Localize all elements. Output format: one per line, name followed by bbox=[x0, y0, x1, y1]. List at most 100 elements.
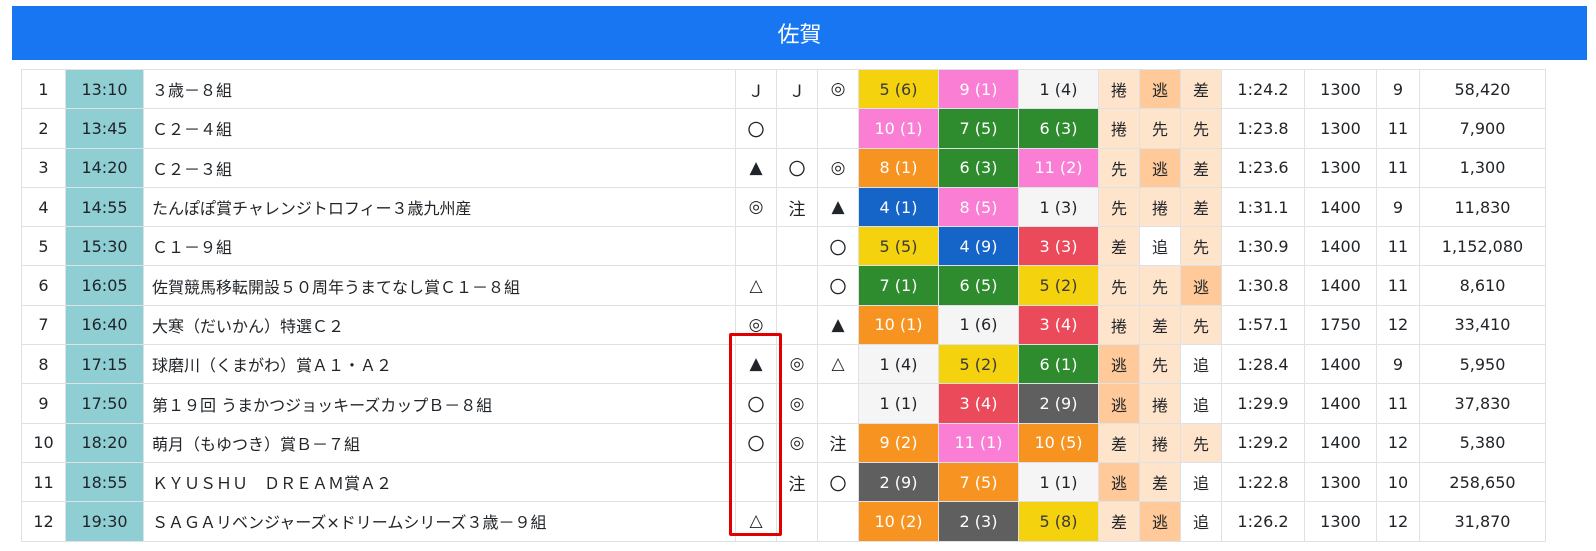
result-horse: 6 (1) bbox=[1018, 344, 1099, 385]
payout: 7,900 bbox=[1419, 108, 1546, 149]
race-row[interactable]: 5 15:30 Ｃ１－９組 〇 5 (5) 4 (9) 3 (3) 差追先 1:30.9 1400… bbox=[21, 226, 1546, 267]
race-row[interactable]: 1 13:10 ３歳－８組 Ｊ Ｊ ◎ 5 (6) 9 (1) 1 (4) 捲逃差 1:24.2 13… bbox=[21, 68, 1546, 110]
result-horse: 11 (2) bbox=[1018, 147, 1099, 188]
result-horse: 7 (1) bbox=[858, 265, 939, 306]
result-horse: 4 (9) bbox=[938, 226, 1019, 267]
result-horse: 5 (2) bbox=[1018, 265, 1099, 306]
prediction-mark bbox=[776, 108, 818, 149]
result-horse: 8 (1) bbox=[858, 147, 939, 188]
race-row[interactable]: 11 18:55 ＫＹＵＳＨＵ ＤＲＥＡＭ賞Ａ２ 注〇 2 (9) 7 (5) 1 (1) 逃… bbox=[21, 461, 1546, 503]
running-style: 差 bbox=[1180, 68, 1222, 110]
running-style: 逃 bbox=[1139, 147, 1181, 188]
result-horse: 9 (2) bbox=[858, 422, 939, 463]
prediction-mark: 注 bbox=[776, 461, 818, 503]
result-horse: 4 (1) bbox=[858, 186, 939, 228]
race-number: 1 bbox=[21, 68, 66, 110]
venue-header: 佐賀 bbox=[12, 6, 1587, 60]
race-number: 7 bbox=[21, 304, 66, 346]
race-name[interactable]: ３歳－８組 bbox=[143, 68, 736, 110]
result-horse: 5 (8) bbox=[1018, 501, 1099, 542]
running-style: 捲 bbox=[1139, 186, 1181, 228]
prediction-mark bbox=[817, 108, 859, 149]
prediction-mark: ◎ bbox=[817, 68, 859, 110]
prediction-mark: ◎ bbox=[776, 422, 818, 463]
running-style: 逃 bbox=[1098, 344, 1140, 385]
running-style: 捲 bbox=[1139, 383, 1181, 424]
prediction-mark: 〇 bbox=[735, 422, 777, 463]
running-style: 先 bbox=[1139, 344, 1181, 385]
race-row[interactable]: 6 16:05 佐賀競馬移転開設５０周年うまてなし賞Ｃ１－８組 △ 〇 7 (1) 6 (5… bbox=[21, 265, 1546, 306]
result-horse: 3 (4) bbox=[938, 383, 1019, 424]
race-number: 9 bbox=[21, 383, 66, 424]
prediction-mark: ▲ bbox=[735, 344, 777, 385]
runner-count: 11 bbox=[1376, 226, 1420, 267]
race-name[interactable]: ＳＡＧＡリベンジャーズ×ドリームシリーズ３歳－９組 bbox=[143, 501, 736, 542]
prediction-mark bbox=[776, 501, 818, 542]
runner-count: 11 bbox=[1376, 147, 1420, 188]
distance: 1300 bbox=[1304, 108, 1377, 149]
distance: 1750 bbox=[1304, 304, 1377, 346]
running-style: 先 bbox=[1098, 186, 1140, 228]
result-horse: 7 (5) bbox=[938, 461, 1019, 503]
result-horse: 6 (3) bbox=[938, 147, 1019, 188]
result-horse: 1 (4) bbox=[858, 344, 939, 385]
result-horse: 1 (4) bbox=[1018, 68, 1099, 110]
post-time: 19:30 bbox=[65, 501, 144, 542]
race-name[interactable]: 佐賀競馬移転開設５０周年うまてなし賞Ｃ１－８組 bbox=[143, 265, 736, 306]
race-name[interactable]: Ｃ２－４組 bbox=[143, 108, 736, 149]
race-row[interactable]: 8 17:15 球磨川（くまがわ）賞Ａ１・Ａ２ ▲ ◎ △ 1 (4) 5 (2) 6 (1) 逃… bbox=[21, 344, 1546, 385]
running-style: 差 bbox=[1139, 461, 1181, 503]
prediction-mark bbox=[817, 501, 859, 542]
result-horse: 5 (2) bbox=[938, 344, 1019, 385]
running-style: 逃 bbox=[1139, 68, 1181, 110]
finish-time: 1:57.1 bbox=[1221, 304, 1305, 346]
running-style: 先 bbox=[1180, 108, 1222, 149]
race-row[interactable]: 2 13:45 Ｃ２－４組〇 10 (1) 7 (5) 6 (3) 捲先先 1:23.8 130… bbox=[21, 108, 1546, 149]
race-row[interactable]: 9 17:50 第１９回 うまかつジョッキーズカップＢ－８組〇 ◎ 1 (1) 3 (4)… bbox=[21, 383, 1546, 424]
running-style: 差 bbox=[1098, 422, 1140, 463]
prediction-mark: △ bbox=[817, 344, 859, 385]
race-name[interactable]: たんぽぽ賞チャレンジトロフィー３歳九州産 bbox=[143, 186, 736, 228]
payout: 33,410 bbox=[1419, 304, 1546, 346]
post-time: 17:15 bbox=[65, 344, 144, 385]
result-horse: 8 (5) bbox=[938, 186, 1019, 228]
race-row[interactable]: 10 18:20 萌月（もゆつき）賞Ｂ－７組〇 ◎ 注 9 (2) 11 (1) 10 (5)… bbox=[21, 422, 1546, 463]
result-horse: 10 (1) bbox=[858, 304, 939, 346]
prediction-mark: 〇 bbox=[817, 226, 859, 267]
prediction-mark bbox=[776, 265, 818, 306]
venue-title: 佐賀 bbox=[777, 23, 822, 48]
race-row[interactable]: 4 14:55 たんぽぽ賞チャレンジトロフィー３歳九州産 ◎ 注 ▲ 4 (1) 8 (5) 1… bbox=[21, 186, 1546, 228]
post-time: 15:30 bbox=[65, 226, 144, 267]
race-name[interactable]: 球磨川（くまがわ）賞Ａ１・Ａ２ bbox=[143, 344, 736, 385]
result-horse: 6 (5) bbox=[938, 265, 1019, 306]
prediction-mark: ◎ bbox=[735, 186, 777, 228]
race-row[interactable]: 12 19:30 ＳＡＧＡリベンジャーズ×ドリームシリーズ３歳－９組 △ 10 (2) 2… bbox=[21, 501, 1546, 542]
running-style: 先 bbox=[1098, 265, 1140, 306]
distance: 1400 bbox=[1304, 383, 1377, 424]
race-name[interactable]: Ｃ２－３組 bbox=[143, 147, 736, 188]
race-name[interactable]: 第１９回 うまかつジョッキーズカップＢ－８組 bbox=[143, 383, 736, 424]
distance: 1400 bbox=[1304, 265, 1377, 306]
finish-time: 1:23.8 bbox=[1221, 108, 1305, 149]
prediction-mark: Ｊ bbox=[735, 68, 777, 110]
race-row[interactable]: 7 16:40 大寒（だいかん）特選Ｃ２ ◎ ▲ 10 (1) 1 (6) 3 (4) 捲差先 1… bbox=[21, 304, 1546, 346]
payout: 8,610 bbox=[1419, 265, 1546, 306]
running-style: 捲 bbox=[1098, 304, 1140, 346]
prediction-mark: ◎ bbox=[817, 147, 859, 188]
race-name[interactable]: 大寒（だいかん）特選Ｃ２ bbox=[143, 304, 736, 346]
race-row[interactable]: 3 14:20 Ｃ２－３組 ▲ 〇 ◎ 8 (1) 6 (3) 11 (2) 先逃差 1:23.6 1… bbox=[21, 147, 1546, 188]
running-style: 逃 bbox=[1139, 501, 1181, 542]
race-name[interactable]: ＫＹＵＳＨＵ ＤＲＥＡＭ賞Ａ２ bbox=[143, 461, 736, 503]
race-name[interactable]: 萌月（もゆつき）賞Ｂ－７組 bbox=[143, 422, 736, 463]
running-style: 差 bbox=[1180, 186, 1222, 228]
race-name[interactable]: Ｃ１－９組 bbox=[143, 226, 736, 267]
prediction-mark bbox=[735, 461, 777, 503]
prediction-mark bbox=[817, 383, 859, 424]
running-style: 逃 bbox=[1098, 461, 1140, 503]
post-time: 13:45 bbox=[65, 108, 144, 149]
distance: 1300 bbox=[1304, 147, 1377, 188]
running-style: 追 bbox=[1139, 226, 1181, 267]
finish-time: 1:30.9 bbox=[1221, 226, 1305, 267]
result-horse: 6 (3) bbox=[1018, 108, 1099, 149]
finish-time: 1:29.2 bbox=[1221, 422, 1305, 463]
